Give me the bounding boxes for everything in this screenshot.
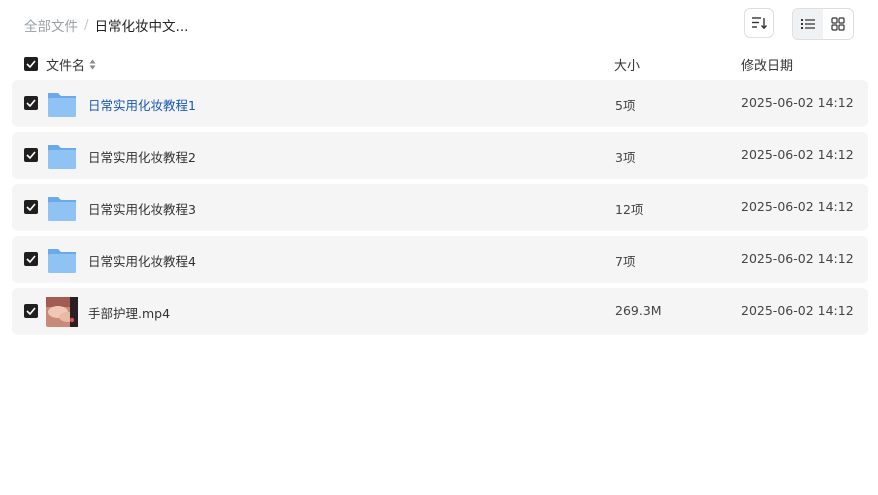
grid-view-button[interactable] bbox=[823, 9, 853, 39]
sort-toggle-icon bbox=[89, 59, 96, 70]
view-mode-toggle bbox=[792, 8, 854, 40]
breadcrumb-separator: / bbox=[84, 17, 89, 33]
file-name-link[interactable]: 手部护理.mp4 bbox=[88, 303, 170, 322]
file-size: 269.3M bbox=[615, 303, 662, 318]
file-row[interactable]: 日常实用化妆教程4 7项 2025-06-02 14:12 bbox=[12, 236, 868, 283]
file-name-link[interactable]: 日常实用化妆教程3 bbox=[88, 199, 196, 218]
video-thumbnail bbox=[46, 297, 78, 327]
breadcrumb: 全部文件 / 日常化妆中文... bbox=[24, 15, 188, 35]
file-modified-date: 2025-06-02 14:12 bbox=[741, 303, 854, 318]
file-name-link[interactable]: 日常实用化妆教程1 bbox=[88, 95, 196, 114]
breadcrumb-root-link[interactable]: 全部文件 bbox=[24, 15, 78, 35]
breadcrumb-current: 日常化妆中文... bbox=[94, 19, 189, 35]
file-name-link[interactable]: 日常实用化妆教程4 bbox=[88, 251, 196, 270]
column-header-modified[interactable]: 修改日期 bbox=[741, 55, 793, 74]
row-checkbox[interactable] bbox=[24, 252, 38, 266]
file-row[interactable]: 日常实用化妆教程3 12项 2025-06-02 14:12 bbox=[12, 184, 868, 231]
file-size: 5项 bbox=[615, 98, 636, 113]
row-checkbox[interactable] bbox=[24, 96, 38, 110]
file-modified-date: 2025-06-02 14:12 bbox=[741, 95, 854, 110]
row-checkbox[interactable] bbox=[24, 200, 38, 214]
check-icon bbox=[26, 151, 36, 159]
column-header-size[interactable]: 大小 bbox=[614, 55, 640, 74]
file-row[interactable]: 手部护理.mp4 269.3M 2025-06-02 14:12 bbox=[12, 288, 868, 335]
file-modified-date: 2025-06-02 14:12 bbox=[741, 251, 854, 266]
check-icon bbox=[26, 255, 36, 263]
file-row[interactable]: 日常实用化妆教程1 5项 2025-06-02 14:12 bbox=[12, 80, 868, 127]
file-modified-date: 2025-06-02 14:12 bbox=[741, 199, 854, 214]
sort-button[interactable] bbox=[744, 8, 774, 38]
check-icon bbox=[26, 203, 36, 211]
row-checkbox[interactable] bbox=[24, 304, 38, 318]
file-size: 7项 bbox=[615, 254, 636, 269]
sort-icon bbox=[752, 17, 767, 30]
folder-icon bbox=[48, 197, 76, 221]
check-icon bbox=[26, 60, 36, 68]
file-size: 12项 bbox=[615, 202, 644, 217]
list-view-button[interactable] bbox=[793, 9, 823, 39]
row-checkbox[interactable] bbox=[24, 148, 38, 162]
file-row[interactable]: 日常实用化妆教程2 3项 2025-06-02 14:12 bbox=[12, 132, 868, 179]
file-modified-date: 2025-06-02 14:12 bbox=[741, 147, 854, 162]
top-bar: 全部文件 / 日常化妆中文... bbox=[0, 0, 878, 48]
folder-icon bbox=[48, 249, 76, 273]
column-name-label: 文件名 bbox=[46, 59, 86, 74]
file-size: 3项 bbox=[615, 150, 636, 165]
file-list-header: 文件名 大小 修改日期 bbox=[12, 50, 868, 78]
check-icon bbox=[26, 307, 36, 315]
file-name-link[interactable]: 日常实用化妆教程2 bbox=[88, 147, 196, 166]
select-all-checkbox[interactable] bbox=[24, 57, 38, 71]
column-header-name[interactable]: 文件名 bbox=[46, 55, 96, 74]
list-icon bbox=[801, 19, 815, 29]
folder-icon bbox=[48, 145, 76, 169]
folder-icon bbox=[48, 93, 76, 117]
grid-icon bbox=[831, 17, 845, 31]
check-icon bbox=[26, 99, 36, 107]
